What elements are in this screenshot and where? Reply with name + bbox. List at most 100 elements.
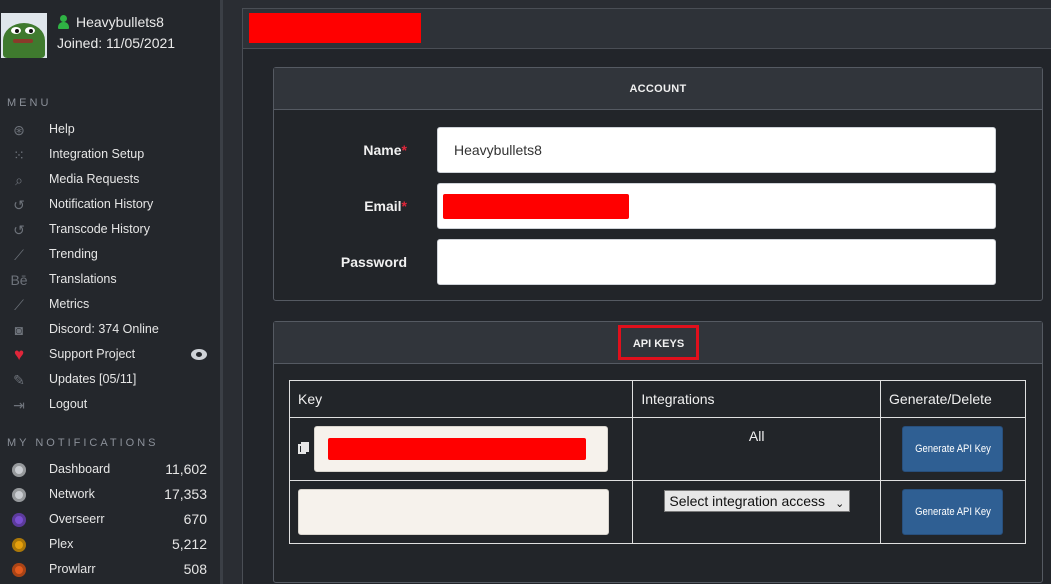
sidebar-item-trending[interactable]: ⟋ Trending	[0, 243, 218, 268]
generate-cell: Generate API Key	[880, 480, 1026, 544]
notification-item-network[interactable]: Network 17,353	[0, 483, 218, 508]
api-keys-card-title: API KEYS	[632, 338, 685, 350]
sidebar-item-label: Transcode History	[49, 222, 150, 236]
chart-line-icon: ⟋	[14, 297, 24, 313]
grid-icon: ⁙	[13, 147, 25, 163]
name-label: Name*	[363, 142, 407, 158]
overseerr-icon	[10, 512, 28, 528]
copy-icon[interactable]	[298, 442, 309, 454]
history-icon: ↺	[13, 222, 25, 238]
sidebar-item-support-project[interactable]: ♥ Support Project	[0, 343, 218, 368]
notification-count: 508	[183, 561, 207, 577]
notification-count: 17,353	[164, 486, 207, 502]
chevron-down-icon: ⌄	[835, 498, 845, 510]
sidebar-item-logout[interactable]: ⇥ Logout	[0, 393, 218, 418]
sidebar-item-translations[interactable]: Bē Translations	[0, 268, 218, 293]
chart-line-icon: ⟋	[14, 247, 24, 263]
sidebar-item-label: Help	[49, 122, 75, 136]
generate-api-key-button[interactable]: Generate API Key	[902, 489, 1004, 535]
sidebar-scrollbar[interactable]	[220, 0, 223, 584]
api-keys-card: API KEYS Key Integrations Generate/Delet…	[273, 321, 1043, 583]
account-card-header: ACCOUNT	[274, 68, 1042, 110]
generate-cell: Generate API Key	[880, 417, 1026, 481]
sidebar-item-label: Trending	[49, 247, 98, 261]
redacted-email	[443, 194, 629, 219]
lifebuoy-icon: ⊛	[13, 122, 25, 138]
heart-icon: ♥	[13, 345, 25, 364]
email-field[interactable]	[437, 183, 996, 229]
notification-label: Plex	[49, 537, 74, 551]
main-content: ACCOUNT Name* Heavybullets8 Email* Passw…	[242, 8, 1051, 584]
api-keys-title-highlight: API KEYS	[618, 325, 699, 360]
sidebar-item-help[interactable]: ⊛ Help	[0, 118, 218, 143]
sidebar-item-label: Support Project	[49, 347, 136, 361]
integrations-cell: Select integration access ⌄	[632, 480, 882, 544]
sidebar-item-label: Updates [05/11]	[49, 372, 137, 386]
sidebar: Heavybullets8 Joined: 11/05/2021 MENU ⊛ H…	[0, 0, 220, 584]
api-keys-table: Key Integrations Generate/Delete All Gen…	[288, 380, 1026, 544]
network-icon	[10, 487, 28, 503]
sidebar-item-label: Translations	[49, 272, 117, 286]
discord-icon: ◙	[14, 322, 24, 338]
menu-section-title: MENU	[7, 97, 52, 109]
name-field[interactable]: Heavybullets8	[437, 127, 996, 173]
sidebar-item-label: Media Requests	[49, 172, 140, 186]
api-keys-card-header: API KEYS	[274, 322, 1042, 364]
edit-icon: ✎	[13, 372, 25, 388]
notification-label: Network	[49, 487, 95, 501]
notification-label: Overseerr	[49, 512, 105, 526]
key-cell	[288, 480, 634, 544]
page-header	[243, 9, 1051, 49]
sidebar-item-integration-setup[interactable]: ⁙ Integration Setup	[0, 143, 218, 168]
eye-icon[interactable]	[191, 349, 207, 360]
column-header-generate-delete: Generate/Delete	[880, 380, 1026, 418]
notification-item-prowlarr[interactable]: Prowlarr 508	[0, 558, 218, 583]
integration-access-select[interactable]: Select integration access ⌄	[664, 490, 851, 512]
integrations-cell: All	[632, 417, 882, 481]
sidebar-item-transcode-history[interactable]: ↺ Transcode History	[0, 218, 218, 243]
notification-count: 11,602	[165, 461, 207, 477]
sidebar-item-discord-374-online[interactable]: ◙ Discord: 374 Online	[0, 318, 218, 343]
sidebar-item-label: Notification History	[49, 197, 154, 211]
notification-item-dashboard[interactable]: Dashboard 11,602	[0, 458, 218, 483]
dashboard-icon	[10, 462, 28, 478]
notification-item-plex[interactable]: Plex 5,212	[0, 533, 218, 558]
user-profile: Heavybullets8 Joined: 11/05/2021	[0, 0, 220, 60]
table-row: Select integration access ⌄ Generate API …	[288, 480, 1026, 544]
sidebar-item-label: Logout	[49, 397, 88, 411]
history-icon: ↺	[13, 197, 25, 213]
username: Heavybullets8	[76, 14, 164, 30]
sign-out-icon: ⇥	[13, 397, 25, 413]
notification-count: 5,212	[171, 536, 207, 552]
integrations-value: All	[748, 428, 765, 444]
behance-icon: Bē	[10, 272, 28, 288]
generate-api-key-button[interactable]: Generate API Key	[902, 426, 1004, 472]
sidebar-item-label: Integration Setup	[49, 147, 145, 161]
api-key-field[interactable]	[314, 426, 608, 472]
email-label: Email*	[364, 198, 407, 214]
sidebar-item-metrics[interactable]: ⟋ Metrics	[0, 293, 218, 318]
new-api-key-field[interactable]	[298, 489, 609, 535]
sidebar-item-label: Discord: 374 Online	[49, 322, 159, 336]
password-field[interactable]	[437, 239, 996, 285]
prowlarr-icon	[10, 562, 28, 578]
redacted-api-key	[328, 438, 586, 460]
notification-item-overseerr[interactable]: Overseerr 670	[0, 508, 218, 533]
joined-date: Joined: 11/05/2021	[57, 35, 176, 51]
column-header-integrations: Integrations	[632, 380, 882, 418]
redacted-page-title	[249, 13, 421, 43]
notifications-section-title: MY NOTIFICATIONS	[7, 437, 159, 449]
sidebar-item-notification-history[interactable]: ↺ Notification History	[0, 193, 218, 218]
search-icon: ⌕	[15, 172, 23, 188]
column-header-key: Key	[288, 380, 634, 418]
password-label: Password	[340, 254, 407, 270]
table-header-row: Key Integrations Generate/Delete	[288, 380, 1026, 418]
account-card: ACCOUNT Name* Heavybullets8 Email* Passw…	[273, 67, 1043, 301]
avatar[interactable]	[1, 13, 47, 58]
sidebar-item-updates-05-11[interactable]: ✎ Updates [05/11]	[0, 368, 218, 393]
key-cell	[288, 417, 634, 481]
user-icon	[58, 15, 69, 29]
notification-label: Prowlarr	[49, 562, 96, 576]
sidebar-item-media-requests[interactable]: ⌕ Media Requests	[0, 168, 218, 193]
notification-count: 670	[183, 511, 207, 527]
